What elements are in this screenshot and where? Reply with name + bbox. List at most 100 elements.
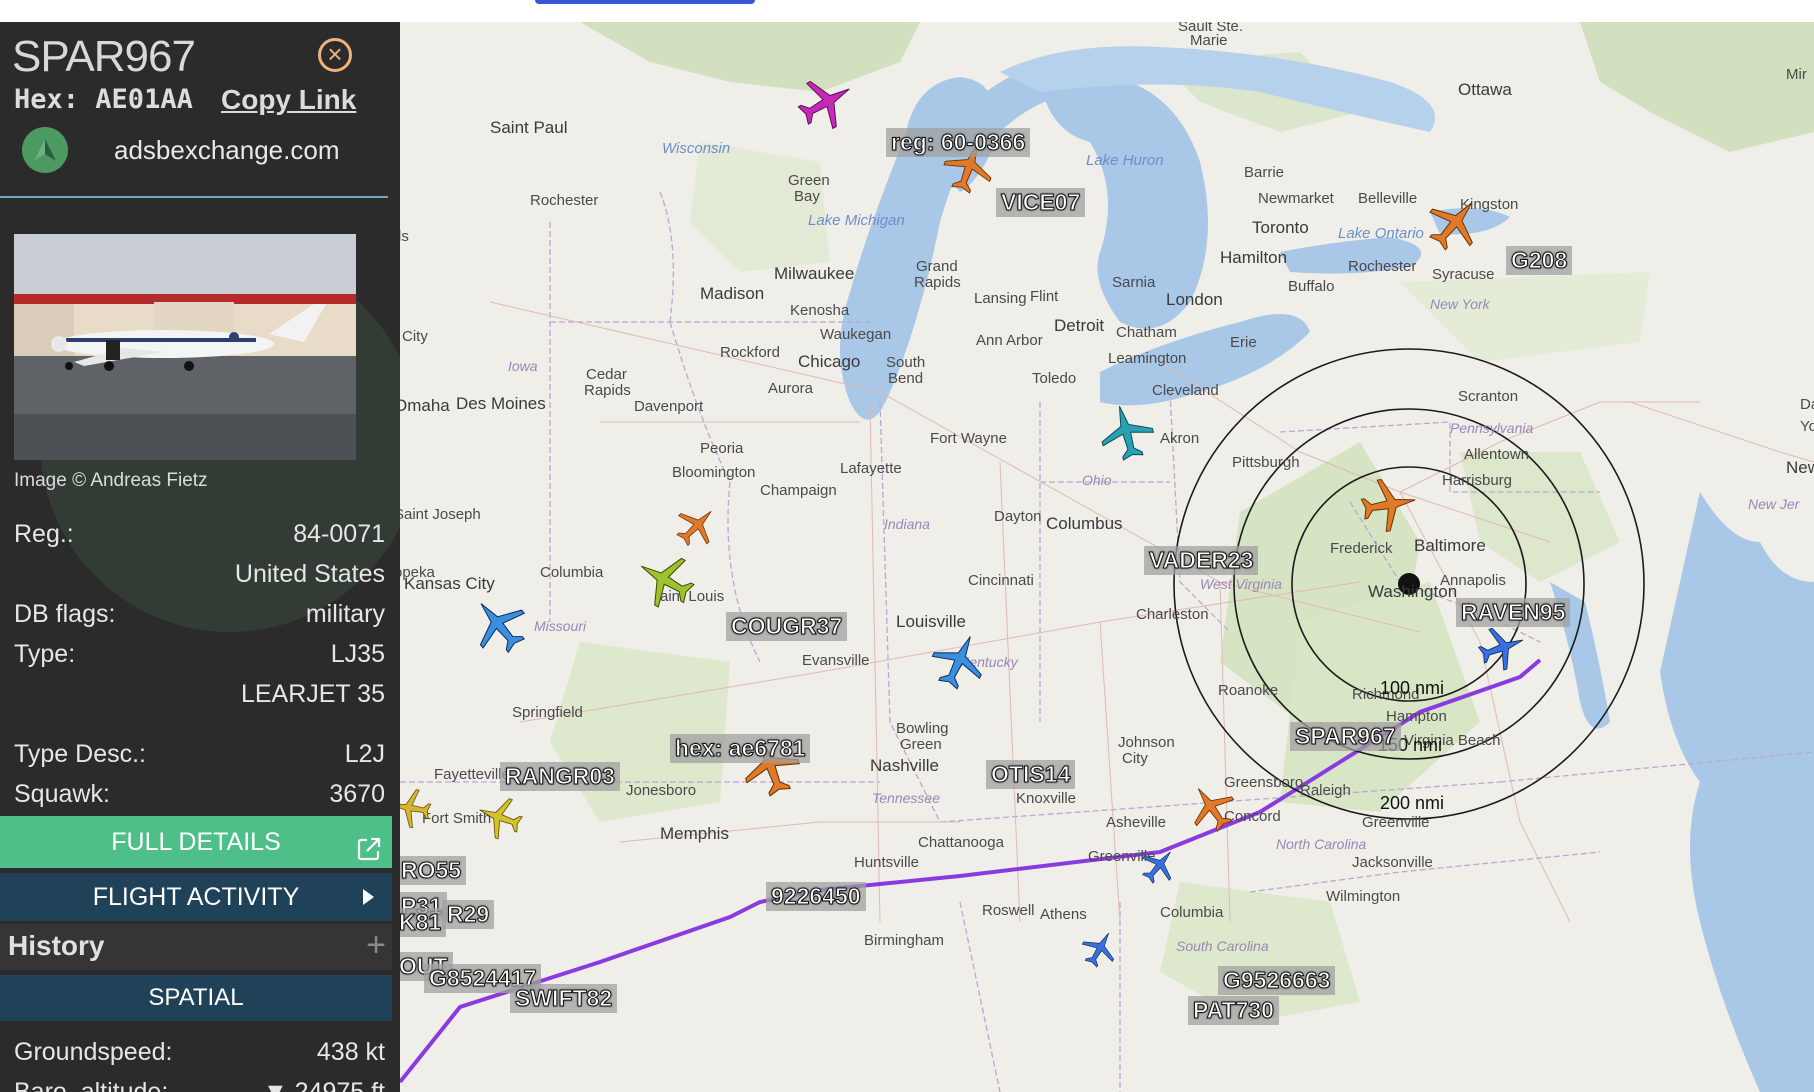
history-section-toggle[interactable]: History + xyxy=(0,924,392,970)
groundspeed-label: Groundspeed: xyxy=(14,1038,173,1066)
range-ring-label: 200 nmi xyxy=(1380,793,1445,813)
city-label: Columbus xyxy=(1046,514,1123,533)
city-label: Cedar xyxy=(586,366,627,383)
city-label: Bend xyxy=(888,370,924,387)
city-label: Belleville xyxy=(1358,190,1418,207)
close-icon[interactable]: × xyxy=(318,38,352,72)
city-label: South xyxy=(886,354,926,371)
city-label: Harrisburg xyxy=(1442,472,1513,489)
city-label: Green xyxy=(900,736,942,753)
city-label: Lansing xyxy=(974,290,1027,307)
aircraft-label[interactable]: R29 xyxy=(442,900,495,929)
city-label: Lafayette xyxy=(840,460,902,477)
aircraft-label[interactable]: hex: ae6781 xyxy=(670,734,811,763)
aircraft-label-selected[interactable]: SPAR967 xyxy=(1290,722,1401,751)
map-view[interactable]: Wisconsin Lake Michigan Lake Huron Lake … xyxy=(400,22,1814,1092)
city-label: Mir xyxy=(1786,66,1807,83)
city-label: Dayton xyxy=(994,508,1042,525)
city-label: Charleston xyxy=(1136,606,1209,623)
aircraft-label[interactable]: G9526663 xyxy=(1218,966,1336,995)
city-label: Toronto xyxy=(1252,218,1309,237)
type-desc-value: L2J xyxy=(344,740,385,768)
city-label: Memphis xyxy=(660,824,729,843)
divider xyxy=(0,196,388,198)
city-label: Erie xyxy=(1230,334,1257,351)
city-label: Pittsburgh xyxy=(1232,454,1300,471)
range-ring-label: 100 nmi xyxy=(1380,678,1445,698)
city-label: London xyxy=(1166,290,1223,309)
aircraft-label[interactable]: SWIFT82 xyxy=(510,984,618,1013)
baro-altitude-value: ▼ 24975 ft xyxy=(262,1078,385,1092)
city-label: Peoria xyxy=(700,440,744,457)
region-label: Tennessee xyxy=(872,790,940,806)
flight-activity-button[interactable]: FLIGHT ACTIVITY xyxy=(0,873,392,921)
city-label: Aurora xyxy=(768,380,814,397)
region-label: North Carolina xyxy=(1276,836,1367,852)
city-label: Cleveland xyxy=(1152,382,1219,399)
city-label: Johnson xyxy=(1118,734,1175,751)
aircraft-photo[interactable] xyxy=(14,234,356,460)
city-label: Greenville xyxy=(1362,814,1430,831)
aircraft-label[interactable]: VICE07 xyxy=(996,188,1086,217)
city-label: Raleigh xyxy=(1300,782,1351,799)
region-label: South Carolina xyxy=(1176,938,1269,954)
region-label: Pennsylvania xyxy=(1450,420,1534,436)
city-label: Columbia xyxy=(1160,904,1224,921)
city-label: Rockford xyxy=(720,344,781,361)
full-details-label: FULL DETAILS xyxy=(111,828,281,856)
city-label: Da xyxy=(1800,396,1814,413)
city-label: Milwaukee xyxy=(774,264,855,283)
region-label: Missouri xyxy=(534,618,587,634)
city-label: Des Moines xyxy=(456,394,546,413)
city-label: Bay xyxy=(794,188,820,205)
city-label: Birmingham xyxy=(864,932,945,949)
aircraft-label[interactable]: COUGR37 xyxy=(726,612,848,641)
city-label: Waukegan xyxy=(820,326,892,343)
city-label: Scranton xyxy=(1458,388,1519,405)
top-tab-indicator[interactable] xyxy=(535,0,755,4)
city-label: Chattanooga xyxy=(918,834,1004,851)
city-label: Fayetteville xyxy=(434,766,510,783)
aircraft-label[interactable]: K81 xyxy=(400,908,447,937)
aircraft-label[interactable]: RO55 xyxy=(400,856,467,885)
city-label: Ottawa xyxy=(1458,80,1512,99)
copy-link[interactable]: Copy Link xyxy=(221,84,356,116)
city-label: Allentown xyxy=(1464,446,1530,463)
spatial-header: SPATIAL xyxy=(0,975,392,1021)
aircraft-label[interactable]: VADER23 xyxy=(1144,546,1259,575)
city-label: Cincinnati xyxy=(968,572,1034,589)
aircraft-label[interactable]: OTIS14 xyxy=(986,760,1076,789)
aircraft-label[interactable]: G208 xyxy=(1506,246,1573,275)
city-label: Fort Wayne xyxy=(930,430,1007,447)
aircraft-label[interactable]: reg: 60-0366 xyxy=(886,128,1031,157)
city-label: Toledo xyxy=(1032,370,1077,387)
db-flags-label: DB flags: xyxy=(14,600,116,628)
city-label: Saint Joseph xyxy=(400,506,481,523)
aircraft-label[interactable]: RAVEN95 xyxy=(1456,598,1571,627)
city-label: Washington xyxy=(1368,582,1458,601)
image-credit: Image © Andreas Fietz xyxy=(14,470,208,491)
city-label: Grand xyxy=(916,258,958,275)
city-label: Newmarket xyxy=(1258,190,1334,207)
city-label: Saint Paul xyxy=(490,118,568,137)
hex-label: Hex: xyxy=(14,84,80,115)
city-label: Bloomington xyxy=(672,464,756,481)
aircraft-label[interactable]: RANGR03 xyxy=(500,762,620,791)
aircraft-label[interactable]: 9226450 xyxy=(766,882,866,911)
top-bar xyxy=(0,0,1814,22)
region-label: Wisconsin xyxy=(662,140,731,157)
city-label: Jacksonville xyxy=(1352,854,1433,871)
type-label: Type: xyxy=(14,640,76,668)
source-link[interactable]: adsbexchange.com xyxy=(22,126,339,174)
city-label: Roswell xyxy=(982,902,1035,919)
city-label: Rochester xyxy=(530,192,599,209)
city-label: Bowling xyxy=(896,720,949,737)
city-label: Champaign xyxy=(760,482,837,499)
aircraft-label[interactable]: PAT730 xyxy=(1188,996,1279,1025)
expand-arrow-icon xyxy=(363,889,374,905)
aircraft-info-panel: SPAR967 × Hex: AE01AA Copy Link adsbexch… xyxy=(0,22,400,1092)
full-details-button[interactable]: FULL DETAILS xyxy=(0,816,392,868)
city-label: Akron xyxy=(1160,430,1200,447)
city-label: Detroit xyxy=(1054,316,1105,335)
city-label: Sarnia xyxy=(1112,274,1156,291)
